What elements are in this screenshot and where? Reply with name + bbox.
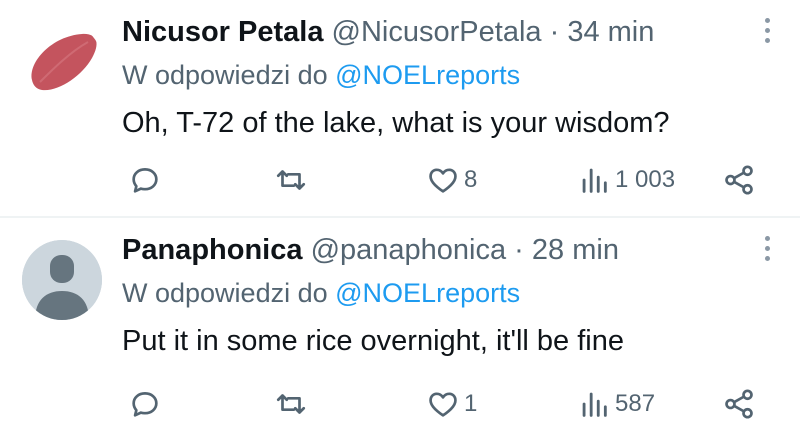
tweet[interactable]: Nicusor Petala @NicusorPetala · 34 min W… — [0, 0, 800, 216]
views-icon — [582, 168, 607, 193]
more-vertical-icon[interactable] — [762, 18, 772, 46]
view-count: 1 003 — [615, 166, 676, 193]
share-icon — [725, 165, 753, 195]
display-name[interactable]: Panaphonica — [122, 234, 303, 266]
tweet-text: Put it in some rice overnight, it'll be … — [122, 325, 624, 357]
more-vertical-icon[interactable] — [762, 236, 772, 264]
reply-mention-link[interactable]: @NOELreports — [335, 278, 520, 308]
reply-button[interactable] — [128, 162, 162, 198]
retweet-icon — [276, 170, 306, 190]
like-count: 1 — [464, 390, 478, 417]
views-button[interactable]: 587 — [577, 386, 655, 422]
share-button[interactable] — [722, 386, 756, 422]
tweet-header: Panaphonica @panaphonica · 28 min — [122, 232, 619, 268]
view-count: 587 — [615, 390, 656, 417]
reply-icon — [132, 168, 158, 193]
timestamp[interactable]: 28 min — [532, 234, 619, 266]
user-handle[interactable]: @NicusorPetala — [332, 16, 542, 48]
views-icon — [582, 392, 607, 417]
reply-context: W odpowiedzi do @NOELreports — [122, 276, 520, 310]
reply-icon — [132, 392, 158, 417]
like-count: 8 — [464, 166, 478, 193]
heart-icon — [429, 168, 457, 193]
separator-dot: · — [514, 234, 524, 266]
reply-button[interactable] — [128, 386, 162, 422]
retweet-button[interactable] — [274, 162, 308, 198]
avatar[interactable] — [22, 240, 102, 320]
retweet-icon — [276, 394, 306, 414]
share-icon — [725, 389, 753, 419]
share-button[interactable] — [722, 162, 756, 198]
reply-prefix: W odpowiedzi do — [122, 278, 328, 308]
separator-dot: · — [549, 16, 560, 48]
heart-icon — [429, 392, 457, 417]
like-button[interactable]: 1 — [426, 386, 477, 422]
like-button[interactable]: 8 — [426, 162, 477, 198]
timestamp[interactable]: 34 min — [567, 16, 654, 48]
retweet-button[interactable] — [274, 386, 308, 422]
tweet-header: Nicusor Petala @NicusorPetala · 34 min — [122, 14, 654, 50]
display-name[interactable]: Nicusor Petala — [122, 16, 323, 48]
reply-context: W odpowiedzi do @NOELreports — [122, 58, 520, 92]
reply-mention-link[interactable]: @NOELreports — [335, 60, 520, 90]
views-button[interactable]: 1 003 — [577, 162, 675, 198]
tweet[interactable]: Panaphonica @panaphonica · 28 min W odpo… — [0, 218, 800, 426]
user-handle[interactable]: @panaphonica — [311, 234, 507, 266]
tweet-text: Oh, T-72 of the lake, what is your wisdo… — [122, 107, 670, 139]
avatar[interactable] — [22, 22, 102, 102]
reply-prefix: W odpowiedzi do — [122, 60, 328, 90]
